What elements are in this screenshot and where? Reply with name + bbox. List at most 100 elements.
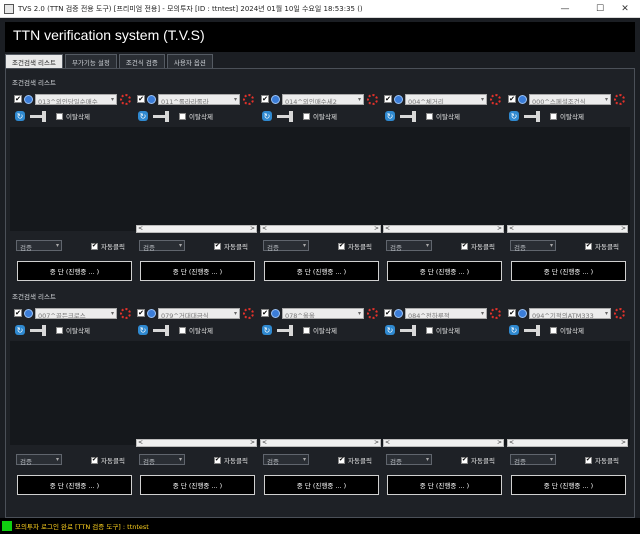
verify-combo[interactable]: 검증 ▾ [16,240,62,252]
condition-select[interactable]: 011^롤라라롤라 ▾ [158,93,240,105]
verify-combo[interactable]: 검증 ▾ [510,454,556,466]
remove-exit-checkbox[interactable] [303,112,310,120]
stop-button[interactable]: 중 단 (진행중 ... ) [511,261,626,281]
scroll-left-icon[interactable]: < [509,225,514,232]
condition-select[interactable]: 007^골든크로스 ▾ [35,307,117,319]
auto-click-checkbox[interactable]: ✔ [91,242,98,250]
close-button[interactable]: ✕ [610,0,640,18]
remove-exit-checkbox[interactable] [550,112,557,120]
auto-click-checkbox[interactable]: ✔ [461,242,468,250]
scroll-left-icon[interactable]: < [509,439,514,446]
condition-select[interactable]: 014^외인매수세2 ▾ [282,93,364,105]
toggle-slider[interactable] [400,110,416,122]
toggle-slider[interactable] [30,324,46,336]
verify-combo[interactable]: 검증 ▾ [16,454,62,466]
auto-click-checkbox[interactable]: ✔ [91,456,98,464]
stop-button[interactable]: 중 단 (진행중 ... ) [17,261,132,281]
stop-button[interactable]: 중 단 (진행중 ... ) [387,475,502,495]
stop-button[interactable]: 중 단 (진행중 ... ) [511,475,626,495]
condition-select[interactable]: 078^올올 ▾ [282,307,364,319]
remove-exit-checkbox[interactable] [426,112,433,120]
refresh-icon[interactable]: ↻ [15,325,25,335]
stop-button[interactable]: 중 단 (진행중 ... ) [264,475,379,495]
condition-enable-checkbox[interactable]: ✔ [508,95,516,103]
remove-exit-checkbox[interactable] [56,326,63,334]
condition-enable-checkbox[interactable]: ✔ [384,95,392,103]
gear-icon[interactable] [614,307,625,319]
scroll-left-icon[interactable]: < [138,439,143,446]
auto-click-checkbox[interactable]: ✔ [585,456,592,464]
gear-icon[interactable] [490,307,501,319]
tab-user-options[interactable]: 사용자 옵션 [166,54,213,68]
gear-icon[interactable] [120,93,131,105]
horizontal-scrollbar[interactable]: < > [260,225,381,233]
tab-extra-settings[interactable]: 부가기능 설정 [64,54,117,68]
scroll-right-icon[interactable]: > [374,439,379,446]
horizontal-scrollbar[interactable]: < > [136,225,257,233]
refresh-icon[interactable]: ↻ [385,325,395,335]
toggle-slider[interactable] [30,110,46,122]
condition-enable-checkbox[interactable]: ✔ [508,309,516,317]
auto-click-checkbox[interactable]: ✔ [214,456,221,464]
scroll-right-icon[interactable]: > [250,439,255,446]
condition-select[interactable]: 079^거대대금식 ▾ [158,307,240,319]
gear-icon[interactable] [367,93,378,105]
stop-button[interactable]: 중 단 (진행중 ... ) [17,475,132,495]
condition-enable-checkbox[interactable]: ✔ [137,95,145,103]
condition-select[interactable]: 004^체거리 ▾ [405,93,487,105]
scroll-right-icon[interactable]: > [621,439,626,446]
minimize-button[interactable]: — [550,0,580,18]
scroll-right-icon[interactable]: > [497,439,502,446]
condition-enable-checkbox[interactable]: ✔ [261,309,269,317]
condition-select[interactable]: 013^외인당일순매수 ▾ [35,93,117,105]
refresh-icon[interactable]: ↻ [509,111,519,121]
verify-combo[interactable]: 검증 ▾ [263,240,309,252]
gear-icon[interactable] [367,307,378,319]
verify-combo[interactable]: 검증 ▾ [263,454,309,466]
scroll-right-icon[interactable]: > [250,225,255,232]
remove-exit-checkbox[interactable] [179,326,186,334]
refresh-icon[interactable]: ↻ [138,325,148,335]
scroll-left-icon[interactable]: < [262,225,267,232]
toggle-slider[interactable] [277,324,293,336]
remove-exit-checkbox[interactable] [426,326,433,334]
stop-button[interactable]: 중 단 (진행중 ... ) [387,261,502,281]
horizontal-scrollbar[interactable]: < > [507,225,628,233]
remove-exit-checkbox[interactable] [550,326,557,334]
condition-select[interactable]: 000^스페셜조건식 ▾ [529,93,611,105]
condition-select[interactable]: 084^전하루적 ▾ [405,307,487,319]
refresh-icon[interactable]: ↻ [262,111,272,121]
refresh-icon[interactable]: ↻ [138,111,148,121]
gear-icon[interactable] [243,93,254,105]
remove-exit-checkbox[interactable] [303,326,310,334]
condition-enable-checkbox[interactable]: ✔ [261,95,269,103]
auto-click-checkbox[interactable]: ✔ [461,456,468,464]
stop-button[interactable]: 중 단 (진행중 ... ) [140,261,255,281]
condition-enable-checkbox[interactable]: ✔ [137,309,145,317]
horizontal-scrollbar[interactable]: < > [260,439,381,447]
auto-click-checkbox[interactable]: ✔ [338,242,345,250]
verify-combo[interactable]: 검증 ▾ [386,454,432,466]
remove-exit-checkbox[interactable] [56,112,63,120]
scroll-left-icon[interactable]: < [138,225,143,232]
horizontal-scrollbar[interactable]: < > [383,225,504,233]
refresh-icon[interactable]: ↻ [15,111,25,121]
tab-condition-list[interactable]: 조건검색 리스트 [5,54,63,68]
toggle-slider[interactable] [153,324,169,336]
toggle-slider[interactable] [400,324,416,336]
toggle-slider[interactable] [153,110,169,122]
refresh-icon[interactable]: ↻ [262,325,272,335]
toggle-slider[interactable] [524,324,540,336]
stop-button[interactable]: 중 단 (진행중 ... ) [140,475,255,495]
gear-icon[interactable] [614,93,625,105]
condition-select[interactable]: 094^기적의ATM333 ▾ [529,307,611,319]
verify-combo[interactable]: 검증 ▾ [139,240,185,252]
auto-click-checkbox[interactable]: ✔ [585,242,592,250]
auto-click-checkbox[interactable]: ✔ [338,456,345,464]
condition-enable-checkbox[interactable]: ✔ [14,309,22,317]
condition-enable-checkbox[interactable]: ✔ [14,95,22,103]
scroll-left-icon[interactable]: < [262,439,267,446]
toggle-slider[interactable] [524,110,540,122]
horizontal-scrollbar[interactable]: < > [383,439,504,447]
scroll-left-icon[interactable]: < [385,439,390,446]
